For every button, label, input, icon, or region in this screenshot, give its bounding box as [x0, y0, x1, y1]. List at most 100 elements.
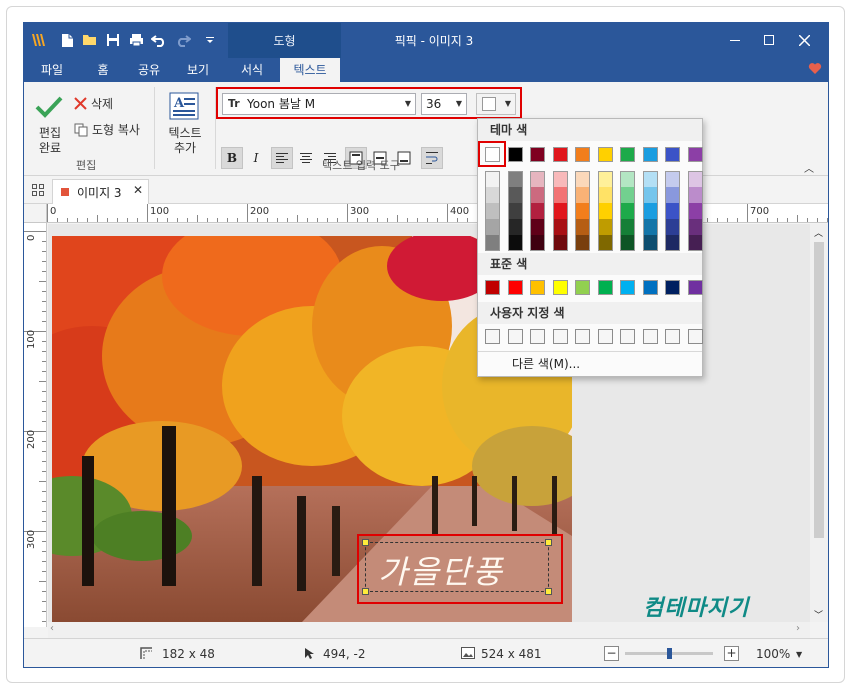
italic-button[interactable]: I	[245, 147, 267, 169]
theme-shade-swatch[interactable]	[530, 235, 545, 251]
font-size-select[interactable]: 36 ▼	[421, 93, 467, 115]
custom-color-slot[interactable]	[597, 329, 613, 344]
standard-color-swatch[interactable]	[642, 280, 658, 295]
theme-shade-swatch[interactable]	[530, 187, 545, 203]
undo-icon[interactable]	[149, 30, 169, 50]
theme-shade-swatch[interactable]	[597, 219, 613, 235]
standard-color-swatch[interactable]	[620, 280, 635, 295]
word-wrap-button[interactable]	[421, 147, 443, 169]
theme-shade-swatch[interactable]	[642, 235, 658, 251]
grid-view-icon[interactable]	[32, 184, 44, 199]
tab-text[interactable]: 텍스트	[280, 58, 340, 82]
minimize-button[interactable]	[721, 28, 749, 52]
theme-shade-swatch[interactable]	[642, 187, 658, 203]
align-center-button[interactable]	[295, 147, 317, 169]
theme-shade-swatch[interactable]	[665, 219, 680, 235]
theme-shade-swatch[interactable]	[552, 203, 568, 219]
tab-view[interactable]: 보기	[179, 58, 217, 82]
delete-button[interactable]: 삭제	[74, 95, 113, 112]
close-button[interactable]	[790, 28, 818, 52]
theme-shade-swatch[interactable]	[597, 203, 613, 219]
theme-shade-swatch[interactable]	[597, 187, 613, 203]
align-left-button[interactable]	[271, 147, 293, 169]
new-file-icon[interactable]	[57, 30, 77, 50]
edit-done-button[interactable]	[34, 94, 64, 123]
theme-shade-swatch[interactable]	[665, 187, 680, 203]
theme-shade-swatch[interactable]	[575, 171, 590, 187]
theme-shade-swatch[interactable]	[530, 171, 545, 187]
theme-color-swatch[interactable]	[507, 147, 523, 162]
theme-color-swatch[interactable]	[575, 147, 590, 162]
theme-shade-swatch[interactable]	[620, 187, 635, 203]
theme-color-swatch[interactable]	[530, 147, 545, 162]
add-text-button[interactable]: 텍스트 추가	[165, 126, 205, 156]
edit-done-label[interactable]: 편집 완료	[36, 126, 64, 156]
theme-shade-swatch[interactable]	[485, 235, 500, 251]
font-color-dropdown[interactable]: ▼	[476, 93, 516, 115]
custom-color-slot[interactable]	[485, 329, 500, 344]
theme-shade-swatch[interactable]	[575, 203, 590, 219]
theme-shade-swatch[interactable]	[507, 171, 523, 187]
theme-color-swatch[interactable]	[665, 147, 680, 162]
print-icon[interactable]	[126, 30, 146, 50]
custom-color-slot[interactable]	[687, 329, 703, 344]
bold-button[interactable]: B	[221, 147, 243, 169]
theme-shade-swatch[interactable]	[507, 187, 523, 203]
standard-color-swatch[interactable]	[597, 280, 613, 295]
custom-color-slot[interactable]	[507, 329, 523, 344]
theme-color-swatch[interactable]	[620, 147, 635, 162]
theme-shade-swatch[interactable]	[687, 171, 703, 187]
theme-shade-swatch[interactable]	[597, 235, 613, 251]
close-tab-icon[interactable]: ✕	[133, 183, 143, 197]
standard-color-swatch[interactable]	[687, 280, 703, 295]
more-colors-button[interactable]: 다른 색(M)...	[512, 355, 580, 372]
theme-shade-swatch[interactable]	[620, 171, 635, 187]
theme-shade-swatch[interactable]	[642, 219, 658, 235]
zoom-out-button[interactable]: −	[604, 646, 619, 661]
maximize-button[interactable]	[755, 28, 783, 52]
theme-shade-swatch[interactable]	[665, 235, 680, 251]
resize-handle[interactable]	[362, 588, 369, 595]
resize-handle[interactable]	[362, 539, 369, 546]
scroll-right-icon[interactable]: ›	[796, 623, 800, 634]
theme-shade-swatch[interactable]	[575, 235, 590, 251]
theme-color-swatch[interactable]	[687, 147, 703, 162]
theme-color-swatch[interactable]	[552, 147, 568, 162]
theme-shade-swatch[interactable]	[507, 235, 523, 251]
save-icon[interactable]	[103, 30, 123, 50]
copy-shape-button[interactable]: 도형 복사	[74, 121, 140, 138]
theme-shade-swatch[interactable]	[687, 219, 703, 235]
custom-color-slot[interactable]	[620, 329, 635, 344]
customize-toolbar-icon[interactable]	[200, 30, 220, 50]
standard-color-swatch[interactable]	[575, 280, 590, 295]
zoom-level[interactable]: 100%	[756, 647, 790, 661]
tab-home[interactable]: 홈	[86, 58, 120, 82]
theme-shade-swatch[interactable]	[552, 235, 568, 251]
theme-shade-swatch[interactable]	[687, 235, 703, 251]
theme-shade-swatch[interactable]	[620, 219, 635, 235]
scroll-up-icon[interactable]: ︿	[814, 226, 823, 239]
theme-shade-swatch[interactable]	[485, 171, 500, 187]
theme-color-swatch[interactable]	[642, 147, 658, 162]
scroll-down-icon[interactable]: ﹀	[814, 608, 823, 621]
theme-shade-swatch[interactable]	[642, 171, 658, 187]
standard-color-swatch[interactable]	[507, 280, 523, 295]
theme-shade-swatch[interactable]	[665, 203, 680, 219]
redo-icon[interactable]	[173, 30, 193, 50]
custom-color-slot[interactable]	[575, 329, 590, 344]
vertical-scrollbar[interactable]: ︿ ﹀	[810, 224, 828, 622]
custom-color-slot[interactable]	[530, 329, 545, 344]
theme-shade-swatch[interactable]	[687, 203, 703, 219]
chevron-down-icon[interactable]: ▼	[796, 650, 802, 659]
theme-shade-swatch[interactable]	[552, 219, 568, 235]
theme-shade-swatch[interactable]	[642, 203, 658, 219]
theme-shade-swatch[interactable]	[485, 187, 500, 203]
standard-color-swatch[interactable]	[552, 280, 568, 295]
resize-handle[interactable]	[545, 588, 552, 595]
theme-shade-swatch[interactable]	[620, 203, 635, 219]
theme-shade-swatch[interactable]	[552, 187, 568, 203]
text-box[interactable]: 가을단풍	[362, 539, 552, 595]
zoom-slider-thumb[interactable]	[667, 648, 672, 659]
theme-shade-swatch[interactable]	[485, 219, 500, 235]
font-family-select[interactable]: Tr Yoon 봄날 M ▼	[222, 93, 416, 115]
